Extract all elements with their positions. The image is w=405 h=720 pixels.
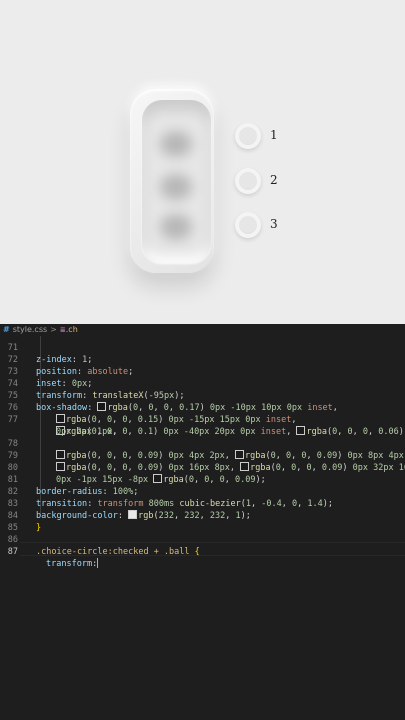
line-number: 87 [7, 547, 18, 557]
blurred-ball-3 [160, 214, 192, 240]
code-line-87: 87 transform: [0, 534, 405, 569]
code-line-77-wrap: 0px 2px 1px, [0, 414, 405, 437]
code-line-83: 83 background-color: rgb(232, 232, 232, … [0, 486, 405, 521]
preview-pane: 1 2 3 [0, 0, 405, 324]
choice-label-2: 2 [270, 173, 278, 187]
choice-circle-1[interactable] [235, 123, 261, 149]
choice-circle-3[interactable] [235, 212, 261, 238]
code-line-74: 74 transform: translateX(-95px); [0, 366, 405, 401]
code-editor[interactable]: # style.css > ≣.ch 71 z-index: 1; 72 positi… [0, 324, 405, 720]
code-line-77: 77 rgba(0, 0, 0, 0.1) 0px -40px 20px 0px… [0, 402, 405, 437]
code-line-81: 81 border-radius: 100%; [0, 462, 405, 497]
code-line-78: 78 rgba(0, 0, 0, 0.09) 0px 4px 2px, rgba… [0, 426, 405, 461]
code-line-76: 76 rgba(0, 0, 0, 0.15) 0px -15px 15px 0p… [0, 390, 405, 425]
code-line-80: 80 0px -1px 15px -8px rgba(0, 0, 0, 0.09… [0, 450, 405, 485]
code-text: .choice-circle:checked + .ball { [36, 547, 200, 557]
blurred-ball-2 [160, 174, 192, 200]
code-line-82: 82 transition: transform 800ms cubic-bez… [0, 474, 405, 509]
code-line-84: 84 } [0, 498, 405, 533]
choice-circle-2[interactable] [235, 168, 261, 194]
code-line-73: 73 inset: 0px; [0, 354, 405, 389]
blurred-ball-1 [160, 131, 192, 157]
code-line-75: 75 box-shadow: rgba(0, 0, 0, 0.17) 0px -… [0, 378, 405, 413]
choice-label-3: 3 [270, 217, 278, 231]
choice-label-1: 1 [270, 128, 278, 142]
code-line-72: 72 position: absolute; [0, 342, 405, 377]
code-line-85: 85 [0, 510, 405, 533]
text-cursor [97, 558, 99, 568]
code-text: transform: [46, 558, 99, 569]
code-line-79: 79 rgba(0, 0, 0, 0.09) 0px 16px 8px, rgb… [0, 438, 405, 473]
code-line-86: 86 .choice-circle:checked + .ball { [0, 522, 405, 557]
code-line-71: 71 z-index: 1; [0, 330, 405, 365]
